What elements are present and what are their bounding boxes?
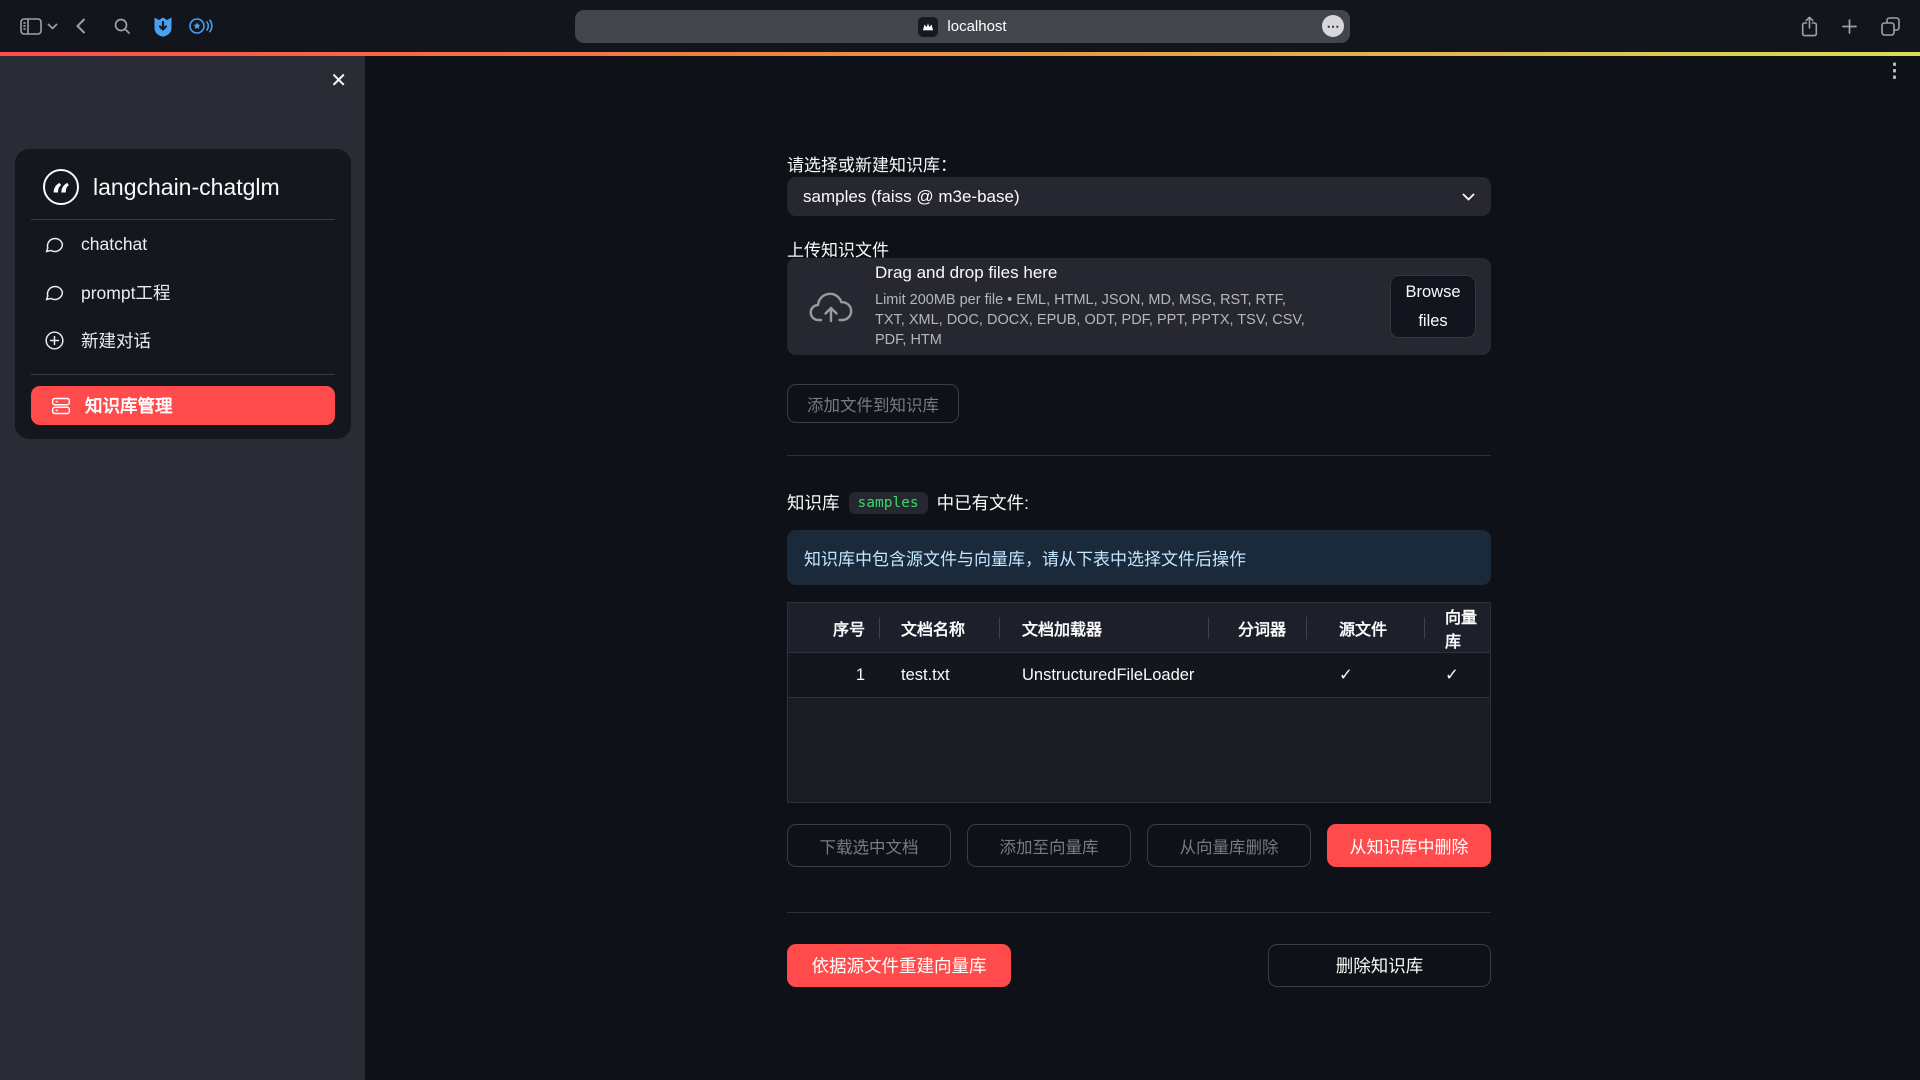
sidebar: ✕ “ langchain-chatglm chatchat prompt工程 bbox=[0, 56, 365, 1080]
sidebar-item-new-dialog[interactable]: 新建对话 bbox=[15, 316, 351, 364]
sidebar-close-icon[interactable]: ✕ bbox=[330, 68, 347, 93]
cell-source-check: ✓ bbox=[1306, 665, 1424, 685]
cell-vector-check: ✓ bbox=[1424, 665, 1490, 685]
info-banner: 知识库中包含源文件与向量库，请从下表中选择文件后操作 bbox=[787, 530, 1491, 585]
address-bar[interactable]: localhost ⋯ bbox=[575, 10, 1350, 43]
app-logo-icon: “ bbox=[43, 169, 79, 205]
rebuild-vector-store-button[interactable]: 依据源文件重建向量库 bbox=[787, 944, 1011, 987]
kb-files-line: 知识库 samples 中已有文件: bbox=[787, 490, 1029, 515]
kb-files-suffix: 中已有文件: bbox=[937, 490, 1029, 515]
toolbar-left-group bbox=[20, 0, 213, 52]
browser-toolbar: localhost ⋯ bbox=[0, 0, 1920, 52]
tab-overview-icon[interactable] bbox=[1881, 17, 1900, 36]
app-menu-icon[interactable]: ⋮ bbox=[1885, 62, 1904, 81]
col-header-name: 文档名称 bbox=[879, 603, 999, 653]
page-settings-icon[interactable]: ⋯ bbox=[1322, 15, 1344, 37]
col-header-index: 序号 bbox=[788, 603, 879, 653]
divider bbox=[787, 455, 1491, 456]
col-header-source: 源文件 bbox=[1306, 603, 1424, 653]
url-text: localhost bbox=[947, 18, 1006, 35]
delete-kb-button[interactable]: 删除知识库 bbox=[1268, 944, 1491, 987]
sidebar-item-kb-management[interactable]: 知识库管理 bbox=[31, 386, 335, 425]
chat-bubble-icon bbox=[44, 282, 65, 303]
kb-files-table[interactable]: 序号 文档名称 文档加载器 分词器 源文件 向量库 1 test.txt Uns… bbox=[787, 602, 1491, 803]
kb-select[interactable]: samples (faiss @ m3e-base) bbox=[787, 177, 1491, 216]
browse-files-button[interactable]: Browse files bbox=[1390, 275, 1476, 338]
dropzone-title: Drag and drop files here bbox=[875, 263, 1315, 283]
sidebar-toggle-icon[interactable] bbox=[20, 18, 42, 35]
plus-circle-icon bbox=[44, 330, 65, 351]
shield-extension-icon[interactable] bbox=[153, 16, 173, 37]
kb-name-code: samples bbox=[849, 492, 928, 514]
sidebar-item-label: chatchat bbox=[81, 234, 147, 255]
sidebar-item-prompt[interactable]: prompt工程 bbox=[15, 268, 351, 316]
chevron-down-icon bbox=[1462, 193, 1475, 201]
table-row[interactable]: 1 test.txt UnstructuredFileLoader ✓ ✓ bbox=[788, 653, 1490, 698]
sidebar-item-label: 新建对话 bbox=[81, 328, 151, 353]
back-icon[interactable] bbox=[76, 18, 86, 34]
recorder-extension-icon[interactable] bbox=[189, 17, 213, 35]
kb-select-value: samples (faiss @ m3e-base) bbox=[803, 187, 1020, 207]
remove-from-vector-button[interactable]: 从向量库删除 bbox=[1147, 824, 1311, 867]
sidebar-toggle-chevron-icon[interactable] bbox=[47, 23, 58, 30]
new-tab-icon[interactable] bbox=[1842, 19, 1857, 34]
dropzone-text: Drag and drop files here Limit 200MB per… bbox=[875, 263, 1315, 351]
share-icon[interactable] bbox=[1801, 16, 1818, 37]
sidebar-item-label: prompt工程 bbox=[81, 280, 170, 305]
sidebar-divider bbox=[31, 374, 335, 375]
download-selected-button[interactable]: 下载选中文档 bbox=[787, 824, 951, 867]
col-header-loader: 文档加载器 bbox=[999, 603, 1208, 653]
sidebar-item-label: 知识库管理 bbox=[85, 393, 173, 418]
delete-from-kb-button[interactable]: 从知识库中删除 bbox=[1327, 824, 1491, 867]
cell-name: test.txt bbox=[879, 666, 999, 685]
site-favicon bbox=[918, 17, 938, 37]
app-logo-row: “ langchain-chatglm bbox=[15, 149, 351, 219]
kb-select-label: 请选择或新建知识库： bbox=[787, 151, 957, 176]
add-files-button[interactable]: 添加文件到知识库 bbox=[787, 384, 959, 423]
cell-index: 1 bbox=[788, 666, 879, 685]
chat-bubble-icon bbox=[44, 234, 65, 255]
toolbar-right-group bbox=[1801, 0, 1900, 52]
kb-files-prefix: 知识库 bbox=[787, 490, 840, 515]
table-header-row: 序号 文档名称 文档加载器 分词器 源文件 向量库 bbox=[788, 603, 1490, 653]
cell-loader: UnstructuredFileLoader bbox=[999, 666, 1208, 685]
col-header-splitter: 分词器 bbox=[1208, 603, 1306, 653]
divider bbox=[787, 912, 1491, 913]
info-text: 知识库中包含源文件与向量库，请从下表中选择文件后操作 bbox=[804, 545, 1246, 570]
file-dropzone[interactable]: Drag and drop files here Limit 200MB per… bbox=[787, 258, 1491, 355]
search-icon[interactable] bbox=[114, 18, 131, 35]
add-to-vector-button[interactable]: 添加至向量库 bbox=[967, 824, 1131, 867]
sidebar-menu-card: “ langchain-chatglm chatchat prompt工程 bbox=[15, 149, 351, 439]
cloud-upload-icon bbox=[809, 290, 853, 324]
col-header-vector: 向量库 bbox=[1424, 603, 1490, 653]
sidebar-item-chatchat[interactable]: chatchat bbox=[15, 220, 351, 268]
dropzone-limit: Limit 200MB per file • EML, HTML, JSON, … bbox=[875, 290, 1315, 351]
stack-icon bbox=[51, 396, 71, 416]
table-action-buttons: 下载选中文档 添加至向量库 从向量库删除 从知识库中删除 bbox=[787, 824, 1491, 867]
app-title: langchain-chatglm bbox=[93, 174, 280, 201]
